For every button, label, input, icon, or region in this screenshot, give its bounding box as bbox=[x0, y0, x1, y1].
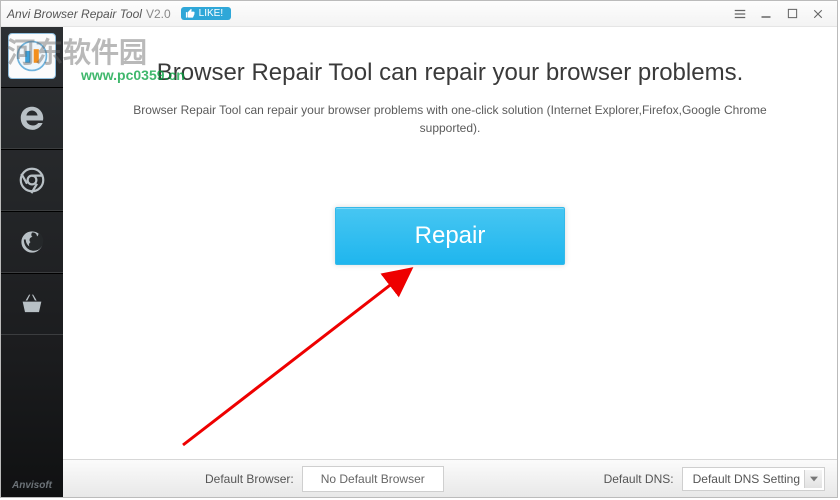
thumbs-up-icon bbox=[185, 8, 196, 19]
sidebar-item-store[interactable] bbox=[1, 273, 63, 335]
sidebar: Anvisoft bbox=[1, 27, 63, 497]
default-dns-label: Default DNS: bbox=[604, 472, 674, 486]
bottombar: Default Browser: No Default Browser Defa… bbox=[63, 459, 837, 497]
sidebar-item-chrome[interactable] bbox=[1, 149, 63, 211]
app-version: V2.0 bbox=[146, 7, 171, 21]
sidebar-item-ie[interactable] bbox=[1, 87, 63, 149]
default-dns-select[interactable]: Default DNS Setting bbox=[682, 467, 825, 491]
titlebar: Anvi Browser Repair Tool V2.0 LIKE! bbox=[1, 1, 837, 27]
internet-explorer-icon bbox=[17, 103, 47, 133]
brand-label: Anvisoft bbox=[12, 480, 52, 491]
chevron-down-icon bbox=[804, 470, 822, 488]
app-title: Anvi Browser Repair Tool bbox=[7, 7, 142, 21]
basket-icon bbox=[17, 290, 47, 318]
close-button[interactable] bbox=[805, 4, 831, 24]
maximize-button[interactable] bbox=[779, 4, 805, 24]
like-label: LIKE! bbox=[199, 8, 223, 19]
annotation-arrow bbox=[173, 257, 433, 457]
repair-button[interactable]: Repair bbox=[335, 207, 565, 265]
sidebar-item-firefox[interactable] bbox=[1, 211, 63, 273]
chrome-icon bbox=[17, 165, 47, 195]
minimize-button[interactable] bbox=[753, 4, 779, 24]
default-browser-label: Default Browser: bbox=[205, 472, 294, 486]
like-badge[interactable]: LIKE! bbox=[181, 7, 231, 20]
app-logo bbox=[8, 33, 56, 79]
default-browser-value[interactable]: No Default Browser bbox=[302, 466, 444, 492]
firefox-icon bbox=[17, 227, 47, 257]
default-dns-value: Default DNS Setting bbox=[693, 472, 800, 486]
page-headline: Browser Repair Tool can repair your brow… bbox=[63, 59, 837, 87]
main-area: Browser Repair Tool can repair your brow… bbox=[63, 27, 837, 497]
menu-icon[interactable] bbox=[727, 4, 753, 24]
page-subline: Browser Repair Tool can repair your brow… bbox=[130, 101, 770, 137]
